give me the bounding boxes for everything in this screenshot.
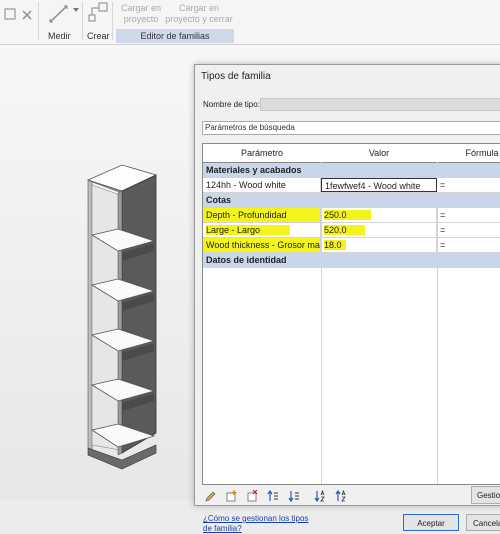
create-label: Crear xyxy=(87,31,110,41)
param-name-cell: Large - Largo xyxy=(203,223,321,237)
column-header-formula[interactable]: Fórmula xyxy=(437,144,500,163)
ok-button[interactable]: Aceptar xyxy=(403,514,459,531)
column-header-parameter[interactable]: Parámetro xyxy=(203,144,322,163)
group-header-materials[interactable]: Materiales y acabados xyxy=(203,163,500,178)
measure-ruler-icon[interactable] xyxy=(46,2,72,26)
ribbon-separator xyxy=(38,2,39,40)
param-value-cell[interactable]: 18.0 xyxy=(321,238,437,252)
table-row[interactable]: 124hh - Wood white 1fewfwef4 - Wood whit… xyxy=(203,178,500,193)
modify-tool-icon[interactable] xyxy=(2,6,18,22)
help-link[interactable]: ¿Cómo se gestionan los tipos de familia? xyxy=(203,514,308,534)
load-into-project-button[interactable]: Cargar en proyecto xyxy=(118,3,164,25)
type-name-label: Nombre de tipo: xyxy=(203,100,260,109)
manage-lookup-tables-button[interactable]: Gestionar xyxy=(471,486,500,504)
ribbon-separator xyxy=(82,2,83,40)
create-component-icon[interactable] xyxy=(86,1,110,25)
param-formula-cell[interactable]: = xyxy=(437,208,500,222)
param-value-cell[interactable]: 250.0 xyxy=(321,208,437,222)
param-formula-cell[interactable]: = xyxy=(437,178,500,192)
dialog-title: Tipos de familia xyxy=(201,71,271,82)
param-formula-cell[interactable]: = xyxy=(437,238,500,252)
family-editor-panel-label: Editor de familias xyxy=(116,29,234,43)
param-value-text: 250.0 xyxy=(324,210,371,220)
param-value-cell[interactable]: 1fewfwef4 - Wood white xyxy=(321,178,437,192)
sort-descending-icon[interactable] xyxy=(335,490,347,502)
ribbon-separator xyxy=(112,2,113,40)
parameters-grid: Parámetro Valor Fórmula Materiales y aca… xyxy=(202,143,500,485)
edit-pencil-icon[interactable] xyxy=(204,490,216,502)
search-parameters-input[interactable]: Parámetros de búsqueda xyxy=(202,121,500,135)
table-row[interactable]: Wood thickness - Grosor ma 18.0 = xyxy=(203,238,500,253)
param-value-cell[interactable]: 520.0 xyxy=(321,223,437,237)
cancel-button[interactable]: Cancelar xyxy=(466,514,500,531)
load-into-project-close-button[interactable]: Cargar en proyecto y cerrar xyxy=(160,3,238,25)
new-parameter-icon[interactable] xyxy=(225,490,237,502)
param-formula-cell[interactable]: = xyxy=(437,223,500,237)
family-types-dialog: Tipos de familia Nombre de tipo: Parámet… xyxy=(194,64,500,533)
delete-parameter-icon[interactable] xyxy=(246,490,258,502)
ribbon: Medir Crear Cargar en proyecto Cargar en… xyxy=(0,0,500,45)
param-name-cell: 124hh - Wood white xyxy=(203,178,321,192)
param-value-text: 18.0 xyxy=(324,240,346,250)
column-header-value[interactable]: Valor xyxy=(321,144,438,163)
param-name-text: Large - Largo xyxy=(206,225,291,235)
move-up-icon[interactable] xyxy=(267,490,279,502)
param-value-text: 520.0 xyxy=(324,225,365,235)
type-name-select[interactable] xyxy=(260,98,500,111)
move-down-icon[interactable] xyxy=(288,490,300,502)
measure-label: Medir xyxy=(48,31,71,41)
group-label: Datos de identidad xyxy=(206,255,287,265)
group-label: Cotas xyxy=(206,195,232,205)
table-row[interactable]: Depth - Profundidad 250.0 = xyxy=(203,208,500,223)
table-row[interactable]: Large - Largo 520.0 = xyxy=(203,223,500,238)
sort-ascending-icon[interactable] xyxy=(314,490,326,502)
bookshelf-model xyxy=(86,164,158,470)
group-header-dimensions[interactable]: Cotas xyxy=(203,193,500,208)
param-name-cell: Depth - Profundidad xyxy=(203,208,321,222)
group-header-identity[interactable]: Datos de identidad xyxy=(203,253,500,268)
measure-dropdown-icon[interactable] xyxy=(72,6,80,14)
group-label: Materiales y acabados xyxy=(206,165,302,175)
delete-x-icon[interactable] xyxy=(20,8,34,22)
param-name-cell: Wood thickness - Grosor ma xyxy=(203,238,321,252)
